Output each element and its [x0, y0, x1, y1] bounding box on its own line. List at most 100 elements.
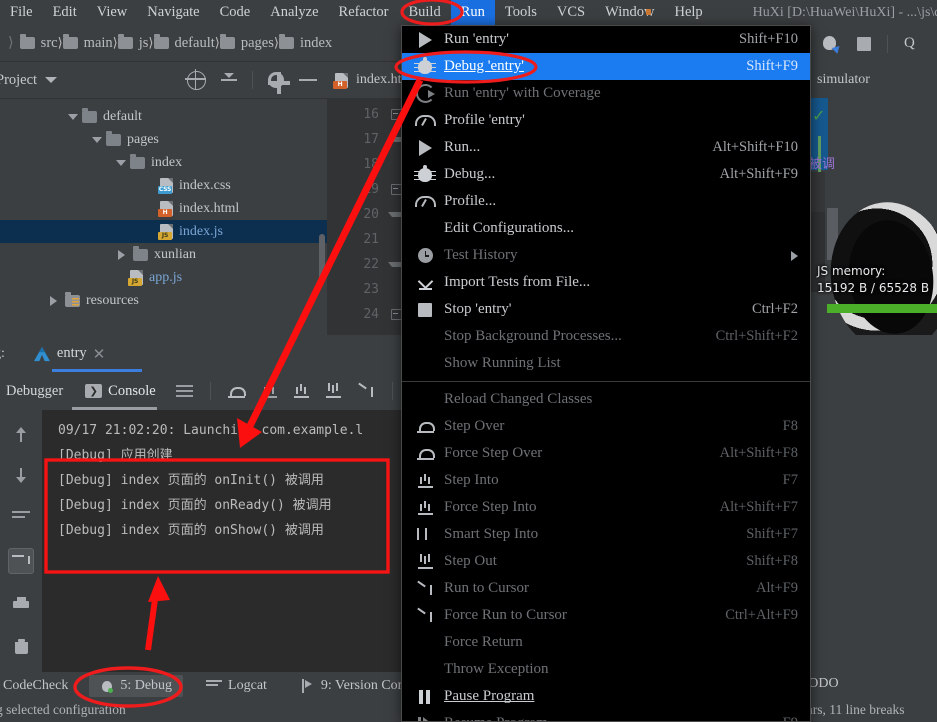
tree-row-index[interactable]: index — [0, 151, 327, 174]
breadcrumb-item-pages[interactable]: pages — [220, 35, 274, 52]
fold-collapse-icon[interactable] — [391, 309, 402, 320]
down-arrow-button[interactable] — [9, 464, 33, 488]
step-into-icon[interactable] — [294, 384, 309, 398]
up-arrow-button[interactable] — [9, 422, 33, 446]
run-menu-item-smart-step-into[interactable]: Smart Step Into Shift+F7 — [402, 521, 810, 548]
run-menu-item-stop-entry[interactable]: Stop 'entry' Ctrl+F2 — [402, 296, 810, 323]
menu-item-build[interactable]: Build — [398, 0, 450, 25]
menu-item-analyze[interactable]: Analyze — [260, 0, 328, 25]
menu-item-help[interactable]: Help — [664, 0, 712, 25]
run-menu-item-shortcut: Ctrl+Alt+F9 — [725, 607, 798, 624]
run-menu-item-show-running-list[interactable]: Show Running List — [402, 350, 810, 377]
menu-icon[interactable] — [176, 385, 193, 398]
debug-icon[interactable] — [821, 35, 841, 53]
run-menu-item-run[interactable]: Run... Alt+Shift+F10 — [402, 134, 810, 161]
search-icon[interactable]: Q — [904, 35, 915, 52]
chevron-down-icon[interactable] — [116, 160, 126, 166]
menu-item-navigate[interactable]: Navigate — [137, 0, 209, 25]
fold-collapse-icon[interactable] — [391, 109, 402, 120]
breadcrumb-item-src[interactable]: src — [20, 35, 58, 52]
run-menu-item-step-out[interactable]: Step Out Shift+F8 — [402, 548, 810, 575]
menu-item-code[interactable]: Code — [210, 0, 261, 25]
tool-button-codecheck[interactable]: CodeCheck — [0, 675, 79, 697]
run-menu-item-force-step-over[interactable]: Force Step Over Alt+Shift+F8 — [402, 440, 810, 467]
run-menu-item-step-over[interactable]: Step Over F8 — [402, 413, 810, 440]
tree-row-default[interactable]: default — [0, 105, 327, 128]
run-menu-item-profile-entry[interactable]: Profile 'entry' — [402, 107, 810, 134]
menu-item-file[interactable]: File — [0, 0, 43, 25]
scrollbar-track-upper[interactable] — [811, 172, 825, 212]
run-menu-item-label: Step Out — [444, 553, 497, 570]
run-menu-item-label: Import Tests from File... — [444, 274, 590, 291]
run-menu-item-run-with-coverage[interactable]: Run 'entry' with Coverage — [402, 80, 810, 107]
tree-row-xunlian[interactable]: xunlian — [0, 243, 327, 266]
tree-item-label: index.js — [179, 224, 223, 240]
menu-item-view[interactable]: View — [87, 0, 138, 25]
tool-button-debug[interactable]: 5: Debug — [89, 675, 183, 697]
stop-icon[interactable] — [857, 37, 871, 51]
collapse-all-icon[interactable] — [221, 72, 237, 88]
menu-item-refactor[interactable]: Refactor — [329, 0, 399, 25]
run-menu-item-resume-program[interactable]: Resume Program F9 — [402, 710, 810, 722]
gear-icon[interactable] — [268, 72, 284, 88]
menu-item-window[interactable]: Window — [595, 0, 664, 25]
run-menu-item-force-step-into[interactable]: Force Step Into Alt+Shift+F7 — [402, 494, 810, 521]
project-panel-scrollbar[interactable] — [319, 234, 325, 280]
run-menu-item-stop-background[interactable]: Stop Background Processes... Ctrl+Shift+… — [402, 323, 810, 350]
run-menu-item-label: Step Over — [444, 418, 504, 435]
menu-item-vcs[interactable]: VCS — [547, 0, 595, 25]
simulator-panel: simulator ✓ 被调 JS memory: 15192 B / 6552… — [809, 62, 937, 335]
locate-file-icon[interactable] — [187, 71, 206, 90]
tree-row-pages[interactable]: pages — [0, 128, 327, 151]
fold-collapse-icon[interactable] — [391, 184, 402, 195]
force-step-over-icon[interactable] — [262, 384, 277, 398]
chevron-right-icon[interactable] — [118, 250, 125, 260]
menu-item-edit[interactable]: Edit — [43, 0, 87, 25]
run-menu-item-debug-entry[interactable]: Debug 'entry' Shift+F9 — [402, 53, 810, 80]
step-over-icon[interactable] — [228, 385, 245, 398]
tree-row-app-js[interactable]: JS app.js — [0, 266, 327, 289]
folder-icon — [220, 37, 235, 49]
run-menu-item-debug[interactable]: Debug... Alt+Shift+F9 — [402, 161, 810, 188]
run-to-cursor-icon[interactable] — [358, 384, 375, 398]
scroll-to-end-button[interactable] — [8, 548, 34, 574]
run-menu-item-test-history[interactable]: Test History — [402, 242, 810, 269]
run-menu-item-profile[interactable]: Profile... — [402, 188, 810, 215]
breadcrumb-item-default[interactable]: default — [154, 35, 215, 52]
run-menu-item-force-run-to-cursor[interactable]: Force Run to Cursor Ctrl+Alt+F9 — [402, 602, 810, 629]
chevron-down-icon[interactable] — [68, 114, 78, 120]
no-icon — [414, 634, 436, 652]
chevron-down-icon[interactable] — [92, 137, 102, 143]
tab-console[interactable]: ❯ Console — [85, 372, 156, 410]
clear-console-button[interactable] — [9, 634, 33, 658]
tree-row-index-css[interactable]: CSS index.css — [0, 174, 327, 197]
breadcrumb-item-js[interactable]: js — [118, 35, 149, 52]
breadcrumb-item-index[interactable]: index — [279, 35, 332, 52]
tree-row-index-html[interactable]: H index.html — [0, 197, 327, 220]
run-menu-item-throw-exception[interactable]: Throw Exception — [402, 656, 810, 683]
tree-row-index-js[interactable]: JS index.js — [0, 220, 327, 243]
run-menu-item-edit-configurations[interactable]: Edit Configurations... — [402, 215, 810, 242]
run-menu-item-import-tests[interactable]: Import Tests from File... — [402, 269, 810, 296]
run-menu-item-run-to-cursor[interactable]: Run to Cursor Alt+F9 — [402, 575, 810, 602]
tool-button-logcat[interactable]: Logcat — [195, 675, 278, 697]
tab-debugger[interactable]: Debugger — [6, 383, 63, 400]
run-menu-item-reload-changed-classes[interactable]: Reload Changed Classes — [402, 386, 810, 413]
print-button[interactable] — [9, 592, 33, 616]
chevron-down-icon[interactable] — [45, 77, 57, 83]
step-out-icon[interactable] — [326, 384, 341, 398]
run-menu-item-pause-program[interactable]: Pause Program — [402, 683, 810, 710]
run-menu-item-force-return[interactable]: Force Return — [402, 629, 810, 656]
soft-wrap-button[interactable] — [9, 506, 33, 530]
arrow-up-icon — [15, 426, 28, 442]
run-menu-item-step-into[interactable]: Step Into F7 — [402, 467, 810, 494]
tree-row-resources[interactable]: resources — [0, 289, 327, 312]
debug-session-tab-entry[interactable]: entry ✕ — [33, 335, 105, 372]
chevron-right-icon[interactable] — [50, 296, 57, 306]
menu-item-run[interactable]: Run — [451, 0, 495, 25]
menu-item-tools[interactable]: Tools — [495, 0, 547, 25]
hide-panel-icon[interactable] — [299, 79, 317, 81]
run-menu-item-run-entry[interactable]: Run 'entry' Shift+F10 — [402, 26, 810, 53]
breadcrumb-item-main[interactable]: main — [63, 35, 113, 52]
close-icon[interactable]: ✕ — [93, 345, 106, 363]
